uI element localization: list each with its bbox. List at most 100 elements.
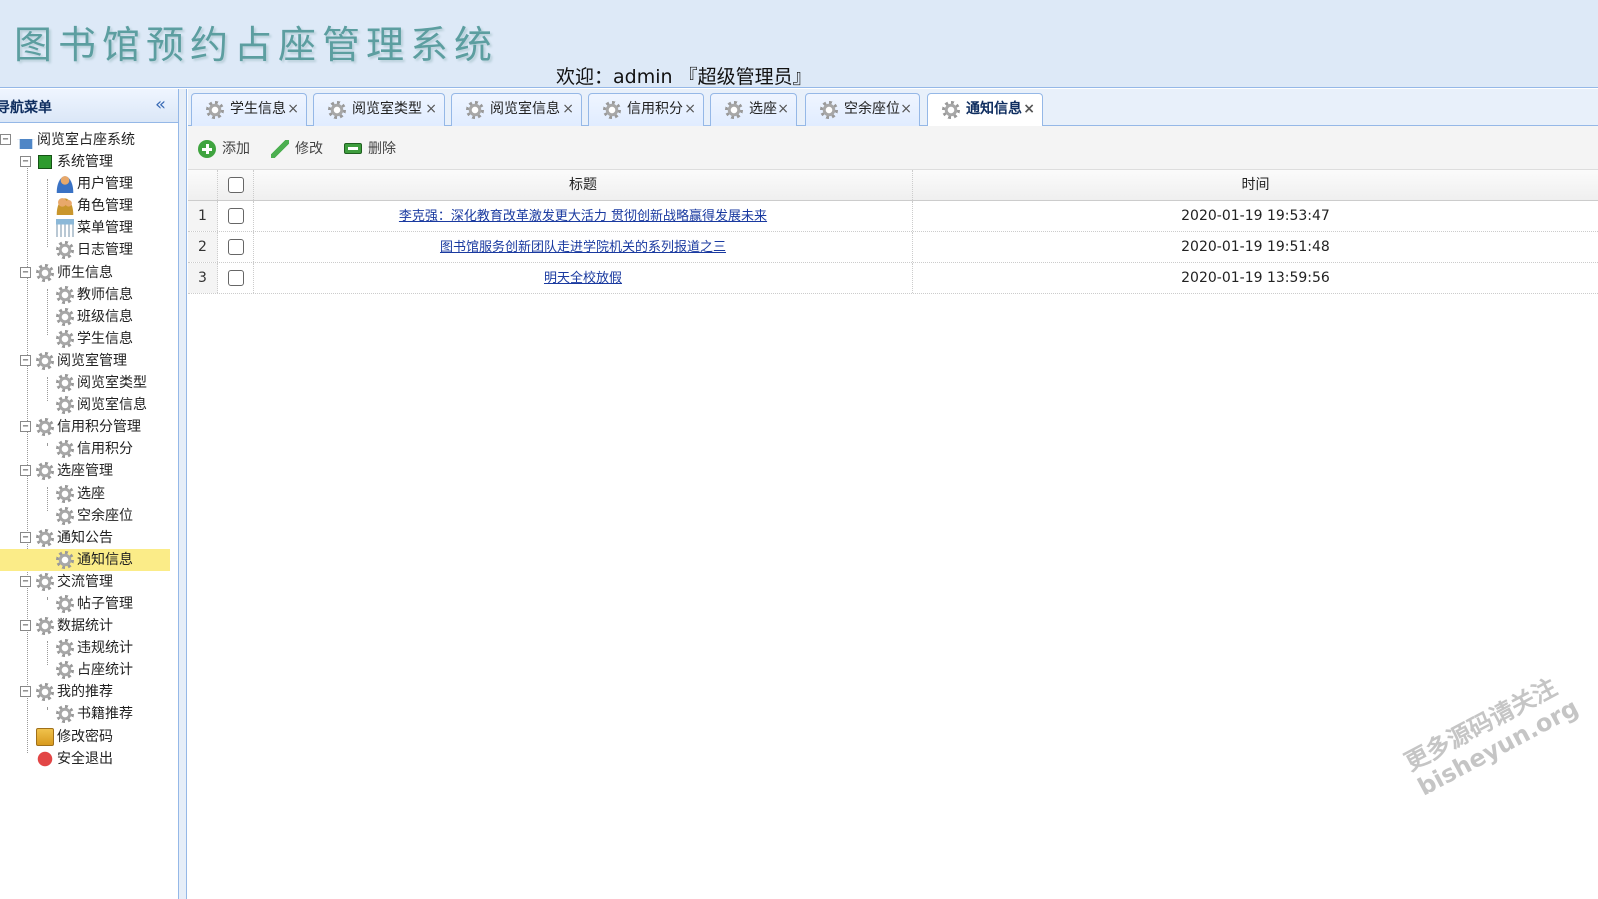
tree-node-occupancy-stats[interactable]: 占座统计 xyxy=(0,659,178,681)
tab-bar: 学生信息 × 阅览室类型 × 阅览室信息 × 信用积分 × 选座 × 空余座位 … xyxy=(188,89,1598,127)
tree-node-label: 信用积分管理 xyxy=(57,419,141,436)
select-all-checkbox[interactable] xyxy=(227,177,244,193)
tree-node-log-management[interactable]: 日志管理 xyxy=(0,239,178,261)
tree-node-credit-management[interactable]: − 信用积分管理 xyxy=(0,416,178,438)
tree-node-label: 书籍推荐 xyxy=(77,706,133,723)
notice-title-link[interactable]: 李克强：深化教育改革激发更大活力 贯彻创新战略赢得发展未来 xyxy=(399,209,767,224)
tree-node-notice-info[interactable]: 通知信息 xyxy=(0,548,170,571)
delete-button[interactable]: 删除 xyxy=(344,138,396,160)
tab-label: 阅览室类型 xyxy=(352,101,422,117)
tab-student-info[interactable]: 学生信息 × xyxy=(191,93,307,126)
tab-seat-selection[interactable]: 选座 × xyxy=(710,93,797,126)
tree-node-change-password[interactable]: 修改密码 xyxy=(0,726,178,748)
tree-node-seat-selection-management[interactable]: − 选座管理 xyxy=(0,460,178,482)
tab-notice-info[interactable]: 通知信息 × xyxy=(927,93,1043,127)
gear-icon xyxy=(942,101,960,119)
gear-icon xyxy=(56,374,74,393)
menu-icon xyxy=(56,219,74,238)
tree-collapse-icon[interactable]: − xyxy=(20,620,31,632)
tree-node-reading-room-management[interactable]: − 阅览室管理 xyxy=(0,350,178,372)
tab-credit-score[interactable]: 信用积分 × xyxy=(588,93,704,126)
tab-close-icon[interactable]: × xyxy=(1023,94,1035,124)
gear-icon xyxy=(56,661,74,680)
tree-node-credit-score[interactable]: 信用积分 xyxy=(0,438,178,460)
gear-icon xyxy=(56,329,74,348)
tab-vacant-seats[interactable]: 空余座位 × xyxy=(805,93,920,126)
tab-reading-room-type[interactable]: 阅览室类型 × xyxy=(313,93,445,126)
tree-collapse-icon[interactable]: − xyxy=(20,156,31,168)
tree-node-label: 帖子管理 xyxy=(77,595,133,612)
row-number: 1 xyxy=(188,201,218,231)
tab-label: 空余座位 xyxy=(844,101,900,117)
sidebar-splitter[interactable] xyxy=(179,89,187,899)
tree-node-role-management[interactable]: 角色管理 xyxy=(0,195,178,217)
tab-close-icon[interactable]: × xyxy=(900,94,912,124)
tree-collapse-icon[interactable]: − xyxy=(20,531,31,543)
tree-node-statistics[interactable]: − 数据统计 xyxy=(0,615,178,637)
tree-node-reading-room-system[interactable]: − 阅览室占座系统 xyxy=(0,129,178,151)
tree-node-reading-room-type[interactable]: 阅览室类型 xyxy=(0,372,178,394)
tree-node-communication-management[interactable]: − 交流管理 xyxy=(0,571,178,593)
tree-node-teacher-info[interactable]: 教师信息 xyxy=(0,284,178,306)
tab-close-icon[interactable]: × xyxy=(777,94,789,124)
tree-node-post-management[interactable]: 帖子管理 xyxy=(0,593,178,615)
tree-collapse-icon[interactable]: − xyxy=(20,686,31,698)
tree-node-user-management[interactable]: 用户管理 xyxy=(0,173,178,195)
tree-node-logout[interactable]: 安全退出 xyxy=(0,748,178,770)
tab-reading-room-info[interactable]: 阅览室信息 × xyxy=(451,93,582,126)
tree-node-label: 选座 xyxy=(77,485,105,502)
edit-button-label: 修改 xyxy=(295,141,323,157)
tree-node-vacant-seats[interactable]: 空余座位 xyxy=(0,505,178,527)
row-checkbox[interactable] xyxy=(227,270,244,286)
tree-node-reading-room-info[interactable]: 阅览室信息 xyxy=(0,394,178,416)
tree-node-menu-management[interactable]: 菜单管理 xyxy=(0,217,178,239)
delete-button-label: 删除 xyxy=(368,141,396,157)
tree-collapse-icon[interactable]: − xyxy=(20,575,31,587)
column-header-time[interactable]: 时间 xyxy=(913,170,1598,200)
row-checkbox[interactable] xyxy=(227,208,244,224)
tree-node-label: 数据统计 xyxy=(57,618,113,635)
notice-title-link[interactable]: 明天全校放假 xyxy=(544,271,622,286)
row-number: 2 xyxy=(188,232,218,262)
table-row[interactable]: 3 明天全校放假 2020-01-19 13:59:56 xyxy=(188,263,1598,294)
row-checkbox[interactable] xyxy=(227,239,244,255)
tree-node-class-info[interactable]: 班级信息 xyxy=(0,306,178,328)
tree-node-my-recommendations[interactable]: − 我的推荐 xyxy=(0,681,178,703)
tab-close-icon[interactable]: × xyxy=(562,94,574,124)
tab-close-icon[interactable]: × xyxy=(287,94,299,124)
gear-icon xyxy=(56,506,74,525)
lock-icon xyxy=(36,727,54,746)
add-button[interactable]: 添加 xyxy=(198,138,250,160)
tree-node-seat-selection[interactable]: 选座 xyxy=(0,483,178,505)
tree-node-system-management[interactable]: − 系统管理 xyxy=(0,151,178,173)
row-checkbox-cell xyxy=(218,263,254,293)
tree-node-label: 修改密码 xyxy=(57,728,113,745)
tab-close-icon[interactable]: × xyxy=(425,94,437,124)
column-header-title[interactable]: 标题 xyxy=(254,170,913,200)
tree-node-label: 师生信息 xyxy=(57,264,113,281)
tree-node-violation-stats[interactable]: 违规统计 xyxy=(0,637,178,659)
tree-collapse-icon[interactable]: − xyxy=(20,266,31,278)
tab-label: 学生信息 xyxy=(230,101,286,117)
tree-collapse-icon[interactable]: − xyxy=(20,354,31,366)
title-cell: 李克强：深化教育改革激发更大活力 贯彻创新战略赢得发展未来 xyxy=(254,201,913,231)
tab-close-icon[interactable]: × xyxy=(684,94,696,124)
title-cell: 图书馆服务创新团队走进学院机关的系列报道之三 xyxy=(254,232,913,262)
tree-node-announcements[interactable]: − 通知公告 xyxy=(0,527,178,549)
table-row[interactable]: 2 图书馆服务创新团队走进学院机关的系列报道之三 2020-01-19 19:5… xyxy=(188,232,1598,263)
tree-collapse-icon[interactable]: − xyxy=(20,421,31,433)
tree-collapse-icon[interactable]: − xyxy=(20,465,31,477)
header: 图书馆预约占座管理系统 欢迎：admin 『超级管理员』 xyxy=(0,0,1598,88)
gear-icon xyxy=(36,617,54,636)
gear-icon xyxy=(603,101,621,119)
table-row[interactable]: 1 李克强：深化教育改革激发更大活力 贯彻创新战略赢得发展未来 2020-01-… xyxy=(188,201,1598,232)
tree-node-student-info[interactable]: 学生信息 xyxy=(0,328,178,350)
tree-node-teacher-student-info[interactable]: − 师生信息 xyxy=(0,262,178,284)
gear-icon xyxy=(56,396,74,415)
edit-button[interactable]: 修改 xyxy=(271,138,323,160)
tree-node-label: 阅览室类型 xyxy=(77,375,147,392)
tree-node-book-recommendation[interactable]: 书籍推荐 xyxy=(0,703,178,725)
collapse-sidebar-icon[interactable]: « xyxy=(155,94,166,115)
tree-collapse-icon[interactable]: − xyxy=(0,134,11,145)
notice-title-link[interactable]: 图书馆服务创新团队走进学院机关的系列报道之三 xyxy=(440,240,726,255)
